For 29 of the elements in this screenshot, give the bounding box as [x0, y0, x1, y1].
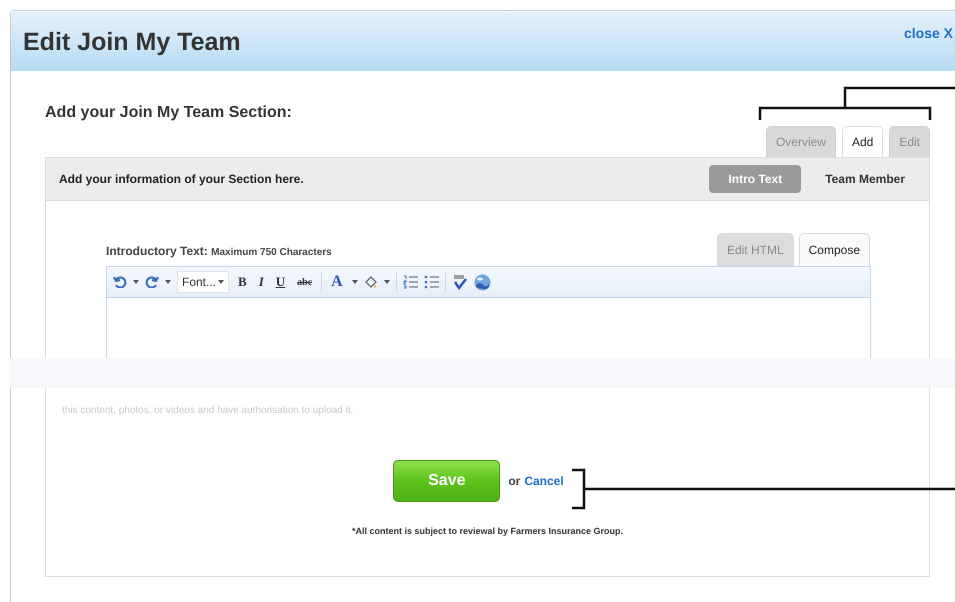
section-heading: Add your Join My Team Section:	[45, 104, 293, 122]
numbered-list-icon[interactable]	[402, 275, 418, 289]
underline-button[interactable]: U	[272, 271, 288, 293]
cancel-link[interactable]: Cancel	[524, 474, 564, 488]
undo-icon[interactable]	[113, 276, 127, 288]
panel-title: Add your information of your Section here.	[59, 172, 304, 186]
strikethrough-button[interactable]: abc	[294, 271, 316, 293]
bullet-list-icon[interactable]	[424, 275, 439, 289]
field-label: Introductory Text: Maximum 750 Characters	[106, 244, 332, 258]
content-toggle[interactable]: Team Member	[811, 165, 919, 193]
paint-bucket-icon[interactable]	[364, 275, 378, 289]
close-link[interactable]: close X	[904, 25, 953, 41]
footnote-text: *All content is subject to reviewal by Farmers Insurance Group.	[350, 526, 624, 536]
spellcheck-icon[interactable]	[452, 274, 468, 290]
bold-button[interactable]: B	[235, 271, 250, 293]
window-title: Edit Join My Team	[23, 28, 241, 57]
italic-button[interactable]: I	[256, 271, 267, 293]
or-text: or	[508, 474, 520, 488]
font-select[interactable]: Font...	[177, 271, 230, 293]
redo-icon[interactable]	[145, 276, 159, 288]
font-color-button[interactable]: A	[328, 271, 346, 293]
caret-icon	[384, 280, 390, 284]
caret-icon	[133, 280, 139, 284]
editor-mode-tab[interactable]: Compose	[798, 233, 870, 266]
caret-icon	[218, 280, 224, 284]
globe-icon[interactable]	[474, 274, 491, 290]
section-tab[interactable]: Add	[842, 126, 884, 157]
caret-icon	[165, 280, 171, 284]
caret-icon	[352, 280, 358, 284]
